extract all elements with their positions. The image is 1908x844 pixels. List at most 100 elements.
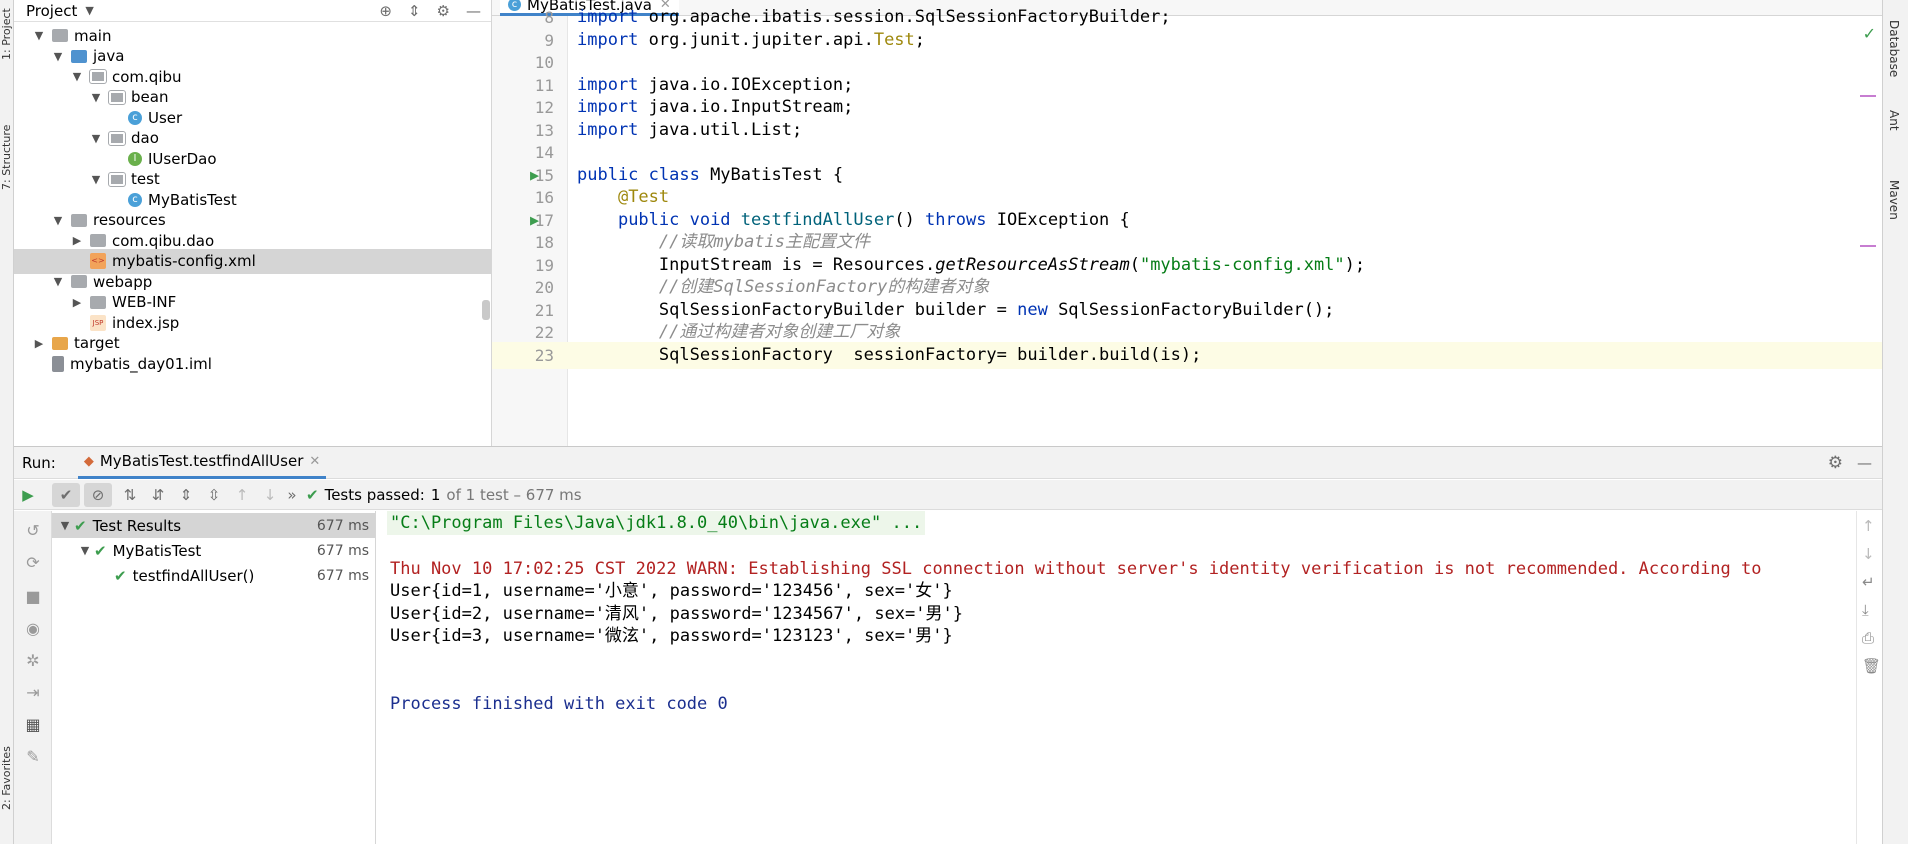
chevron-right-icon[interactable]: ▶ (70, 234, 84, 247)
chevron-down-icon[interactable]: ▼ (58, 519, 72, 532)
collapse-all-icon[interactable]: ⇕ (408, 2, 421, 20)
up-arrow-icon[interactable]: ↑ (1862, 517, 1875, 535)
tree-item-label: mybatis-config.xml (112, 252, 256, 270)
run-toolbar: ▶ ✔ ⊘ ⇅ ⇵ ⇕ ⇳ ↑ ↓ » ✔ Tests passed: 1 of… (14, 480, 1882, 510)
run-icon[interactable]: ▶ (14, 486, 42, 504)
chevron-down-icon[interactable]: ▼ (89, 91, 103, 104)
structure-tool-tab[interactable]: 7: Structure (0, 100, 14, 190)
test-duration: 677 ms (316, 567, 369, 584)
expand-all-icon[interactable]: ⇕ (172, 486, 200, 504)
check-icon: ✔ (306, 485, 319, 504)
package-icon (108, 89, 126, 105)
test-duration: 677 ms (316, 542, 369, 559)
maven-tool-tab[interactable]: Maven (1887, 180, 1901, 220)
prev-failed-icon[interactable]: ↑ (228, 486, 256, 504)
show-ignored-icon[interactable]: ⊘ (84, 482, 112, 507)
pin-icon[interactable]: ✎ (20, 747, 46, 766)
chevron-down-icon[interactable]: ▼ (70, 70, 84, 83)
iml-icon (52, 355, 64, 372)
tree-item[interactable]: mybatis_day01.iml (14, 351, 491, 376)
camera-icon[interactable]: ◉ (20, 619, 46, 638)
next-failed-icon[interactable]: ↓ (256, 486, 284, 504)
chevron-right-icon[interactable]: ▶ (70, 296, 84, 309)
tree-item-label: WEB-INF (112, 293, 177, 311)
scroll-to-end-icon[interactable]: ⤓ (1862, 601, 1869, 619)
tree-item-label: webapp (93, 272, 153, 291)
tree-item-label: com.qibu.dao (112, 231, 215, 250)
chevron-down-icon[interactable]: ▼ (89, 173, 103, 186)
run-panel: Run: ◆ MyBatisTest.testfindAllUser ✕ ⚙ —… (14, 446, 1882, 844)
inspection-ok-icon[interactable]: ✓ (1863, 24, 1876, 43)
project-panel: Project ▼ ⊕ ⇕ ⚙ — ▼ main ▼ java ▼ com.qibu ▼ be… (14, 0, 492, 446)
ant-tool-tab[interactable]: Ant (1887, 110, 1901, 131)
test-result-row[interactable]: ✔ testfindAllUser() 677 ms (52, 563, 375, 588)
class-icon: c (128, 110, 142, 125)
right-tool-strip: Database Ant Maven (1882, 0, 1908, 844)
sort-alpha-icon[interactable]: ⇅ (116, 486, 144, 504)
chevron-down-icon[interactable]: ▼ (85, 4, 93, 17)
chevron-down-icon[interactable]: ▼ (51, 275, 65, 288)
console-output[interactable]: "C:\Program Files\Java\jdk1.8.0_40\bin\j… (376, 511, 1856, 844)
gear-icon[interactable]: ⚙ (1828, 453, 1843, 473)
chevron-down-icon[interactable]: ▼ (89, 132, 103, 145)
console-user-line: User{id=1, username='小意', password='1234… (390, 581, 953, 601)
gear-icon[interactable]: ⚙ (437, 2, 450, 20)
locate-icon[interactable]: ⊕ (379, 2, 392, 20)
test-result-row[interactable]: ▼ ✔ Test Results 677 ms (52, 513, 375, 538)
code-line[interactable]: 23 SqlSessionFactory sessionFactory= bui… (492, 341, 1882, 369)
minimize-icon[interactable]: — (466, 2, 481, 20)
run-config-tab[interactable]: ◆ MyBatisTest.testfindAllUser ✕ (77, 447, 327, 479)
print-icon[interactable]: ⎙ (1862, 629, 1874, 647)
test-duration: 677 ms (316, 517, 369, 534)
code-text: SqlSessionFactory sessionFactory= builde… (577, 344, 1202, 365)
package-icon (89, 69, 107, 84)
project-tool-tab[interactable]: 1: Project (0, 0, 14, 60)
chevron-down-icon[interactable]: ▼ (51, 214, 65, 227)
database-tool-tab[interactable]: Database (1887, 20, 1901, 77)
console-exit-line: Process finished with exit code 0 (390, 694, 728, 714)
show-passed-icon[interactable]: ✔ (52, 482, 80, 507)
layout-icon[interactable]: ▦ (20, 715, 46, 734)
class-icon: c (128, 192, 142, 207)
tree-item-label: resources (93, 211, 166, 229)
folder-icon (52, 29, 68, 42)
chevron-down-icon[interactable]: ▼ (32, 29, 46, 42)
stop-icon[interactable]: ■ (20, 587, 46, 606)
tree-item-label: java (93, 47, 125, 65)
code-editor[interactable]: c MyBatisTest.java ✕ 8 import org.apache.… (492, 0, 1882, 446)
line-number: 23 (534, 345, 554, 365)
chevron-down-icon[interactable]: ▼ (78, 544, 92, 557)
test-result-row[interactable]: ▼ ✔ MyBatisTest 677 ms (52, 538, 375, 563)
trash-icon[interactable]: 🗑 (1862, 657, 1881, 675)
project-title[interactable]: Project (26, 2, 77, 20)
import-tests-icon[interactable]: ⇥ (20, 683, 46, 702)
run-side-toolbar: ↺ ⟳ ■ ◉ ✲ ⇥ ▦ ✎ (14, 511, 52, 844)
rerun-failed-icon[interactable]: ↺ (20, 521, 46, 540)
minimize-icon[interactable]: — (1857, 454, 1872, 472)
collapse-all-icon[interactable]: ⇳ (200, 486, 228, 504)
toggle-auto-test-icon[interactable]: ⟳ (20, 553, 46, 572)
xml-icon: <> (90, 253, 106, 269)
more-icon[interactable]: » (284, 486, 300, 504)
project-scrollbar[interactable] (482, 300, 490, 320)
chevron-down-icon[interactable]: ▼ (51, 50, 65, 63)
run-tab-label: MyBatisTest.testfindAllUser (99, 452, 304, 470)
left-tool-strip: 1: Project 7: Structure 2: Favorites (0, 0, 14, 844)
favorites-tool-tab[interactable]: 2: Favorites (0, 720, 14, 810)
tree-item-label: main (74, 26, 112, 45)
jsp-icon: JSP (90, 314, 106, 331)
close-icon[interactable]: ✕ (309, 454, 320, 469)
test-passed-icon: ✔ (74, 516, 87, 535)
test-passed-icon: ✔ (114, 566, 127, 585)
sort-duration-icon[interactable]: ⇵ (144, 486, 172, 504)
chevron-right-icon[interactable]: ▶ (32, 337, 46, 350)
console-user-line: User{id=2, username='清风', password='1234… (390, 604, 963, 624)
test-result-label: testfindAllUser() (132, 566, 255, 585)
tree-item-label: index.jsp (112, 313, 180, 332)
tree-item-label: dao (131, 129, 159, 147)
down-arrow-icon[interactable]: ↓ (1862, 545, 1875, 563)
debug-icon[interactable]: ✲ (20, 651, 46, 670)
project-panel-header: Project ▼ ⊕ ⇕ ⚙ — (14, 0, 491, 22)
folder-blue-icon (71, 49, 87, 63)
soft-wrap-icon[interactable]: ↵ (1862, 573, 1875, 591)
